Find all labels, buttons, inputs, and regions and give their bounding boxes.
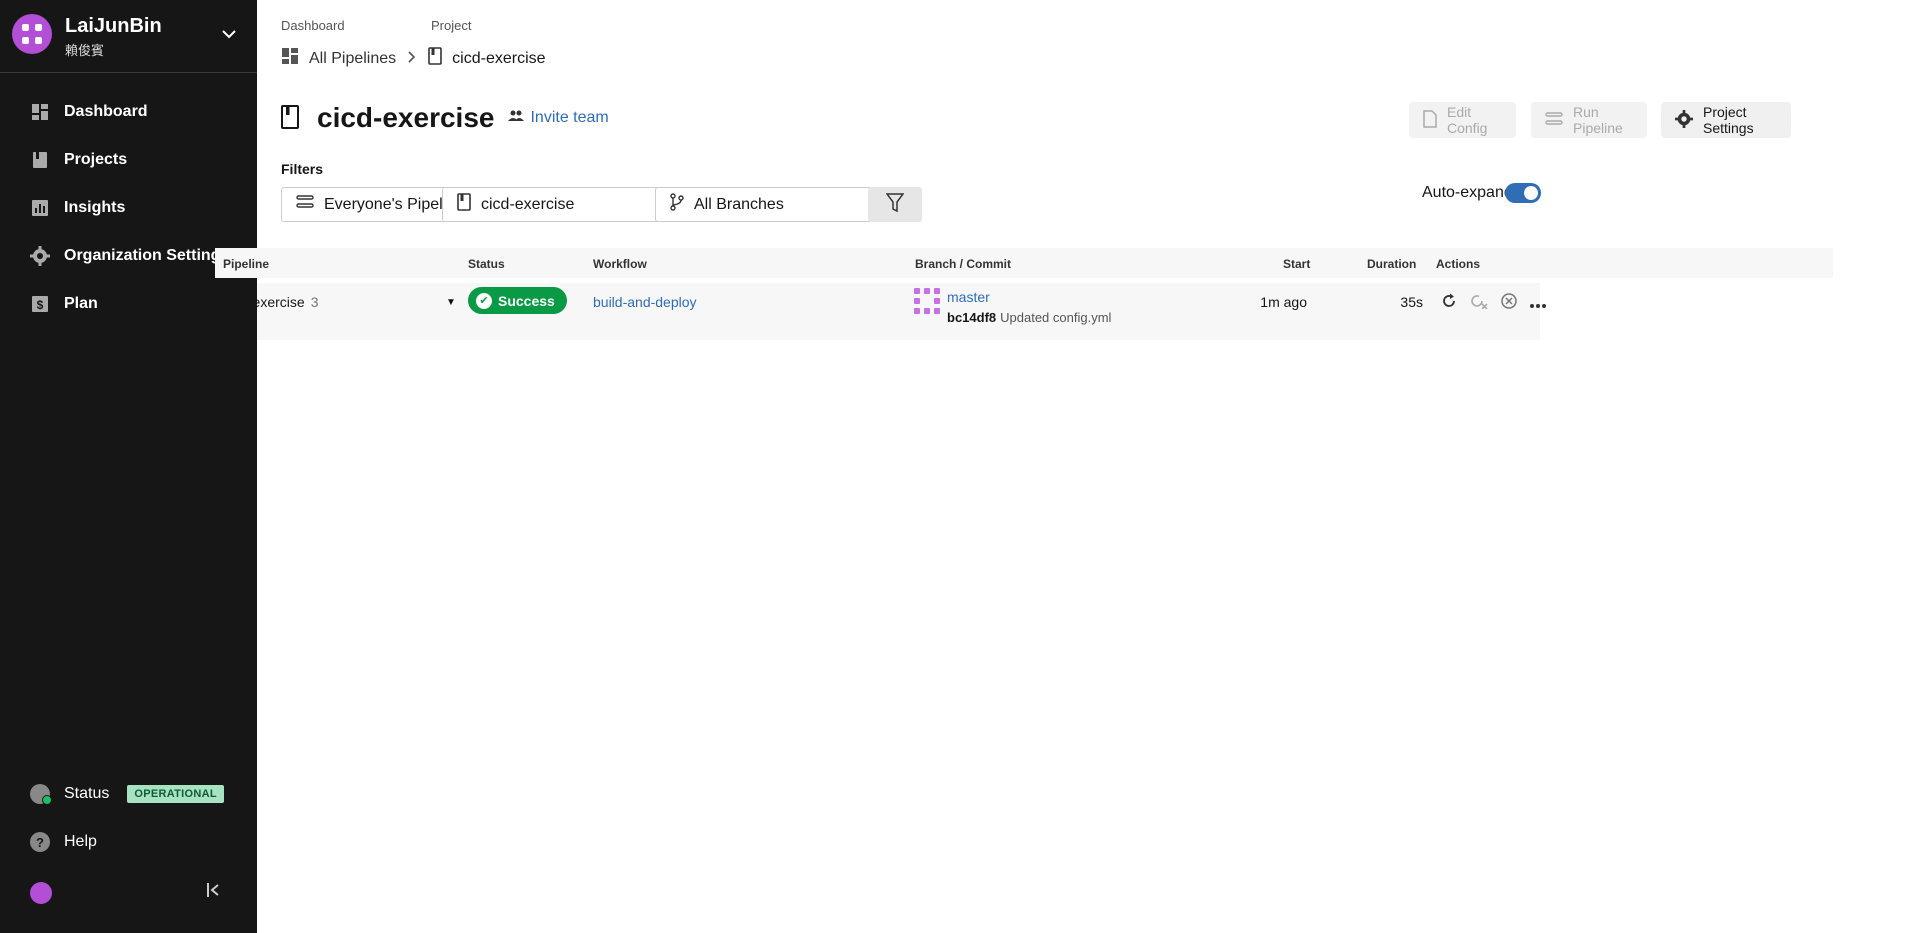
org-name: LaiJunBin [65,15,162,37]
main-content: Dashboard Project All Pipelines cicd-exe… [223,0,1899,933]
dashboard-icon [30,102,50,122]
project-filter-value: cicd-exercise [481,195,575,213]
sidebar-divider [0,72,257,73]
org-switcher[interactable]: LaiJunBin 賴俊賓 [12,12,244,58]
edit-config-icon [1423,109,1437,131]
sidebar-item-label: Insights [64,199,126,216]
sidebar-item-label: Dashboard [64,103,148,120]
run-pipeline-icon [1545,111,1563,130]
sidebar-item-label: Organization Settings [64,247,230,264]
branch-filter-dropdown[interactable]: All Branches ▼ [655,187,899,222]
status-icon [30,784,52,805]
project-settings-label: Project Settings [1703,104,1754,136]
table-header-bar: Pipeline Status Workflow Branch / Commit… [215,248,1540,278]
org-subname: 賴俊賓 [65,43,105,58]
projects-icon [30,150,50,170]
page-header: cicd-exercise Invite team [281,102,609,134]
pipeline-name[interactable]: cicd-exercise 3 [223,294,319,310]
people-icon [508,109,525,127]
breadcrumb: All Pipelines cicd-exercise [281,47,546,70]
commit-message: Updated config.yml [1000,310,1112,325]
invite-team-label: Invite team [530,109,609,126]
org-avatar [12,14,52,54]
check-icon: ✔ [476,292,492,309]
sidebar-item-plan[interactable]: $ Plan [30,291,98,317]
rerun-failed-icon[interactable] [1470,293,1488,312]
breadcrumb-project[interactable]: cicd-exercise [452,50,545,68]
branch-link[interactable]: master [947,289,990,305]
plan-icon: $ [30,294,50,314]
sidebar-item-insights[interactable]: Insights [30,195,125,221]
workflow-link[interactable]: build-and-deploy [593,294,697,310]
status-text: Success [498,292,555,309]
sidebar: LaiJunBin 賴俊賓 Dashboard Projects Insight… [0,0,257,933]
insights-icon [30,198,50,218]
sidebar-item-organization-settings[interactable]: Organization Settings [30,243,229,269]
auto-expand-toggle[interactable] [1505,183,1541,203]
invite-team-link[interactable]: Invite team [508,109,609,127]
project-icon [428,47,442,70]
header-pipeline: Pipeline [223,257,270,271]
row-actions [1441,293,1546,312]
filter-icon [885,193,905,216]
run-pipeline-label: Run Pipeline [1573,104,1623,136]
commit-sha[interactable]: bc14df8 [947,310,996,325]
project-icon [281,104,299,132]
project-icon [457,193,471,216]
branch-icon [670,193,684,216]
auto-expand-label: Auto-expand [1422,184,1513,201]
chevron-right-icon [408,50,416,68]
header-actions: Actions [1436,257,1481,271]
breadcrumb-labels: Dashboard Project [281,18,471,33]
header-start: Start [1283,257,1311,271]
gear-icon [30,246,50,266]
header-status: Status [468,257,505,271]
more-icon[interactable] [1530,295,1546,311]
header-branch: Branch / Commit [915,257,1012,271]
chevron-down-icon[interactable] [222,26,236,42]
status-badge: OPERATIONAL [127,785,224,803]
project-filter-dropdown[interactable]: cicd-exercise ▼ [442,187,686,222]
collapse-sidebar-icon[interactable] [206,882,220,903]
edit-config-label: Edit Config [1447,104,1488,136]
pipeline-name-text: cicd-exercise [223,294,305,310]
sidebar-item-dashboard[interactable]: Dashboard [30,99,148,125]
header-duration: Duration [1367,257,1417,271]
filters-label: Filters [281,161,324,177]
pipelines-icon [296,194,314,215]
svg-text:$: $ [37,298,44,312]
duration: 35s [1400,294,1423,310]
help-label: Help [64,833,97,850]
dashboard-icon [281,47,299,70]
edit-config-button[interactable]: Edit Config [1409,102,1516,138]
page-title: cicd-exercise [317,102,495,133]
sidebar-item-status[interactable]: Status OPERATIONAL [30,784,224,805]
breadcrumb-dashboard-label: Dashboard [281,18,345,33]
sidebar-item-projects[interactable]: Projects [30,147,127,173]
rerun-icon[interactable] [1441,293,1457,312]
pipeline-number: 3 [310,294,319,310]
gear-icon [1675,109,1693,131]
status-label: Status [64,785,110,802]
breadcrumb-all-pipelines[interactable]: All Pipelines [309,50,396,68]
status-badge[interactable]: ✔ Success [468,287,567,314]
cancel-icon[interactable] [1501,293,1517,312]
sidebar-item-label: Plan [64,295,98,312]
breadcrumb-project-label: Project [431,18,472,33]
run-pipeline-button[interactable]: Run Pipeline [1531,102,1647,138]
branch-filter-value: All Branches [694,195,784,213]
help-icon: ? [30,832,50,852]
filter-button[interactable] [868,187,922,222]
committer-avatar [914,288,940,314]
sidebar-item-label: Projects [64,151,128,168]
commit-info: bc14df8 Updated config.yml [947,307,1111,328]
project-settings-button[interactable]: Project Settings [1661,102,1791,138]
header-workflow: Workflow [593,257,647,271]
sidebar-item-help[interactable]: ? Help [30,832,97,852]
collapse-caret-icon[interactable]: ▼ [446,297,456,308]
user-avatar[interactable] [30,882,52,904]
start-time: 1m ago [1260,294,1307,310]
